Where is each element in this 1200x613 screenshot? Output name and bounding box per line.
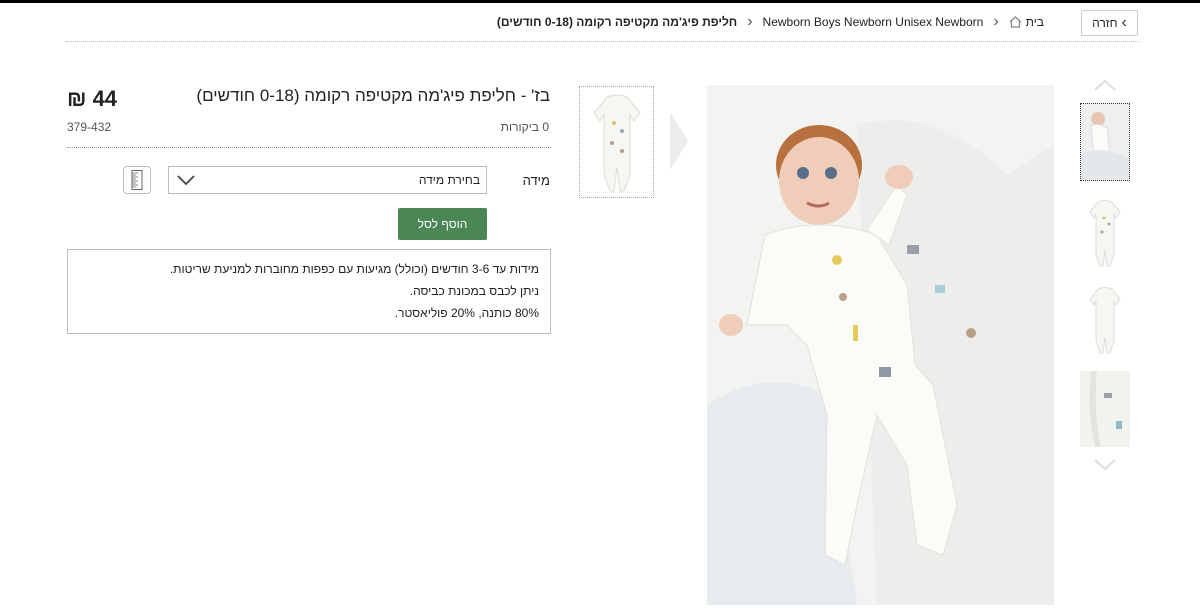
back-label: חזרה (1092, 16, 1118, 30)
sleepsuit-front-thumbnail (1089, 200, 1121, 267)
sleepsuit-preview (593, 94, 641, 192)
thumbnail-3[interactable] (1080, 283, 1130, 355)
back-button[interactable]: חזרה ‹ (1081, 10, 1138, 36)
baby-photo-thumbnail (1081, 104, 1129, 180)
main-product-image[interactable] (707, 85, 1054, 605)
sleepsuit-back-thumbnail (1089, 287, 1121, 354)
ruler-icon (131, 170, 143, 190)
description-line: ניתן לכבס במכונת כביסה. (409, 284, 539, 298)
chevron-right-icon: › (993, 13, 999, 30)
chevron-left-icon: ‹ (1121, 14, 1127, 31)
product-title: בז' - חליפת פיג'מה מקטיפה רקומה (0-18 חו… (196, 86, 550, 105)
product-price: 44 ₪ (67, 86, 118, 111)
size-label: מידה (522, 173, 550, 188)
top-bar (0, 0, 1200, 3)
home-icon (1009, 16, 1022, 28)
reviews-link[interactable]: 0 ביקורות (501, 120, 549, 134)
product-sku: 379-432 (67, 120, 112, 134)
size-guide-button[interactable] (123, 166, 151, 194)
fabric-detail-thumbnail (1080, 371, 1130, 447)
description-line: מידות עד 3-6 חודשים (וכולל) מגיעות עם כפ… (169, 262, 539, 276)
details-divider (67, 147, 551, 148)
breadcrumb-home[interactable]: בית (1009, 15, 1044, 29)
chevron-right-icon (670, 112, 688, 170)
product-description: מידות עד 3-6 חודשים (וכולל) מגיעות עם כפ… (67, 249, 551, 334)
header-divider (66, 41, 1140, 42)
thumbnail-4[interactable] (1080, 371, 1130, 447)
chevron-right-icon: › (747, 13, 753, 30)
size-dropdown-value: בחירת מידה (418, 173, 480, 187)
chevron-up-icon[interactable] (1093, 78, 1117, 92)
chevron-down-icon (177, 175, 195, 185)
thumbnail-2[interactable] (1080, 196, 1130, 268)
size-dropdown[interactable]: בחירת מידה (168, 166, 487, 194)
breadcrumb-category[interactable]: Newborn Boys Newborn Unisex Newborn (763, 15, 984, 29)
add-to-cart-button[interactable]: הוסף לסל (398, 208, 487, 240)
breadcrumb-current: חליפת פיג'מה מקטיפה רקומה (0-18 חודשים) (496, 15, 738, 29)
product-preview-thumbnail[interactable] (579, 86, 654, 198)
baby-photo (707, 85, 1054, 605)
thumbnail-1[interactable] (1080, 103, 1130, 181)
description-line: 80% כותנה, 20% פוליאסטר. (394, 306, 539, 320)
breadcrumb-home-label: בית (1025, 15, 1044, 29)
chevron-down-icon[interactable] (1093, 458, 1117, 472)
breadcrumb: בית › Newborn Boys Newborn Unisex Newbor… (497, 12, 1044, 32)
